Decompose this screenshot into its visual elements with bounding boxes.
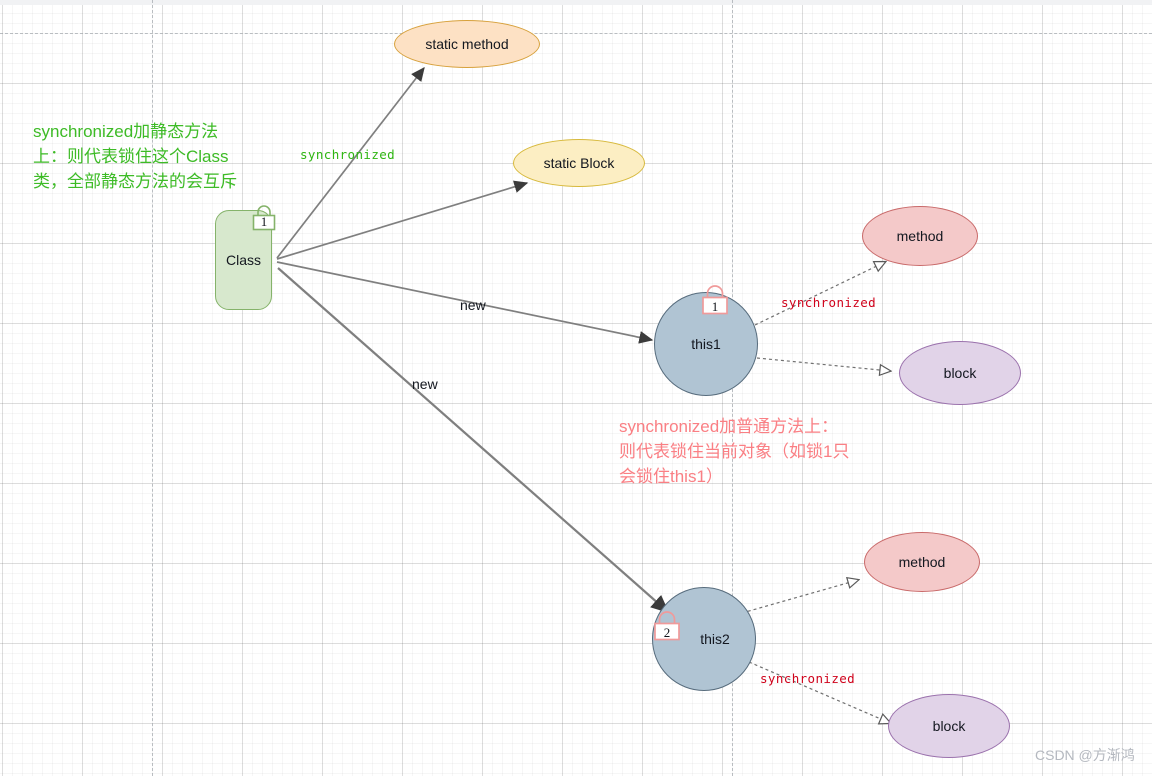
diagram-canvas: Class 1 static method static Block this1…	[0, 0, 1152, 776]
lock-this1-number: 1	[711, 299, 719, 314]
edge-label-new-this2: new	[412, 376, 438, 392]
edge-class-to-static-block	[276, 180, 529, 260]
watermark: CSDN @方渐鸿	[1035, 747, 1135, 763]
node-method-this2-label: method	[898, 554, 946, 570]
node-this2-label: this2	[700, 631, 730, 647]
node-static-block[interactable]: static Block	[513, 139, 645, 187]
edge-label-synchronized-this1: synchronized	[781, 295, 877, 310]
note-instance-synchronized: synchronized加普通方法上： 则代表锁住当前对象（如锁1只 会锁住th…	[619, 417, 850, 486]
edge-label-synchronized-static: synchronized	[300, 147, 396, 162]
lock-icon-this2: 2	[647, 610, 687, 644]
node-static-method-label: static method	[425, 36, 509, 52]
node-this1-label: this1	[691, 336, 721, 352]
note-static-synchronized: synchronized加静态方法 上：则代表锁住这个Class 类，全部静态方…	[33, 122, 237, 191]
lock-icon-class: 1	[244, 203, 284, 237]
lock-class-number: 1	[260, 214, 268, 229]
node-static-method[interactable]: static method	[394, 20, 540, 68]
node-method-this1-label: method	[896, 228, 944, 244]
edge-this1-to-method	[754, 262, 885, 326]
edge-class-to-static-method	[276, 66, 425, 259]
node-method-this2[interactable]: method	[864, 532, 980, 592]
node-block-this2-label: block	[932, 718, 966, 734]
edge-this1-to-block	[756, 357, 890, 371]
node-block-this1[interactable]: block	[899, 341, 1021, 405]
edge-label-new-this1: new	[460, 297, 486, 313]
node-static-block-label: static Block	[543, 155, 615, 171]
edge-class-to-this2	[277, 267, 670, 614]
edge-label-synchronized-this2: synchronized	[760, 671, 856, 686]
lock-this2-number: 2	[663, 625, 671, 640]
node-block-this2[interactable]: block	[888, 694, 1010, 758]
node-class-label: Class	[225, 252, 261, 268]
node-block-this1-label: block	[943, 365, 977, 381]
node-method-this1[interactable]: method	[862, 206, 978, 266]
lock-icon-this1: 1	[695, 284, 735, 318]
edge-this2-to-method	[741, 580, 858, 614]
